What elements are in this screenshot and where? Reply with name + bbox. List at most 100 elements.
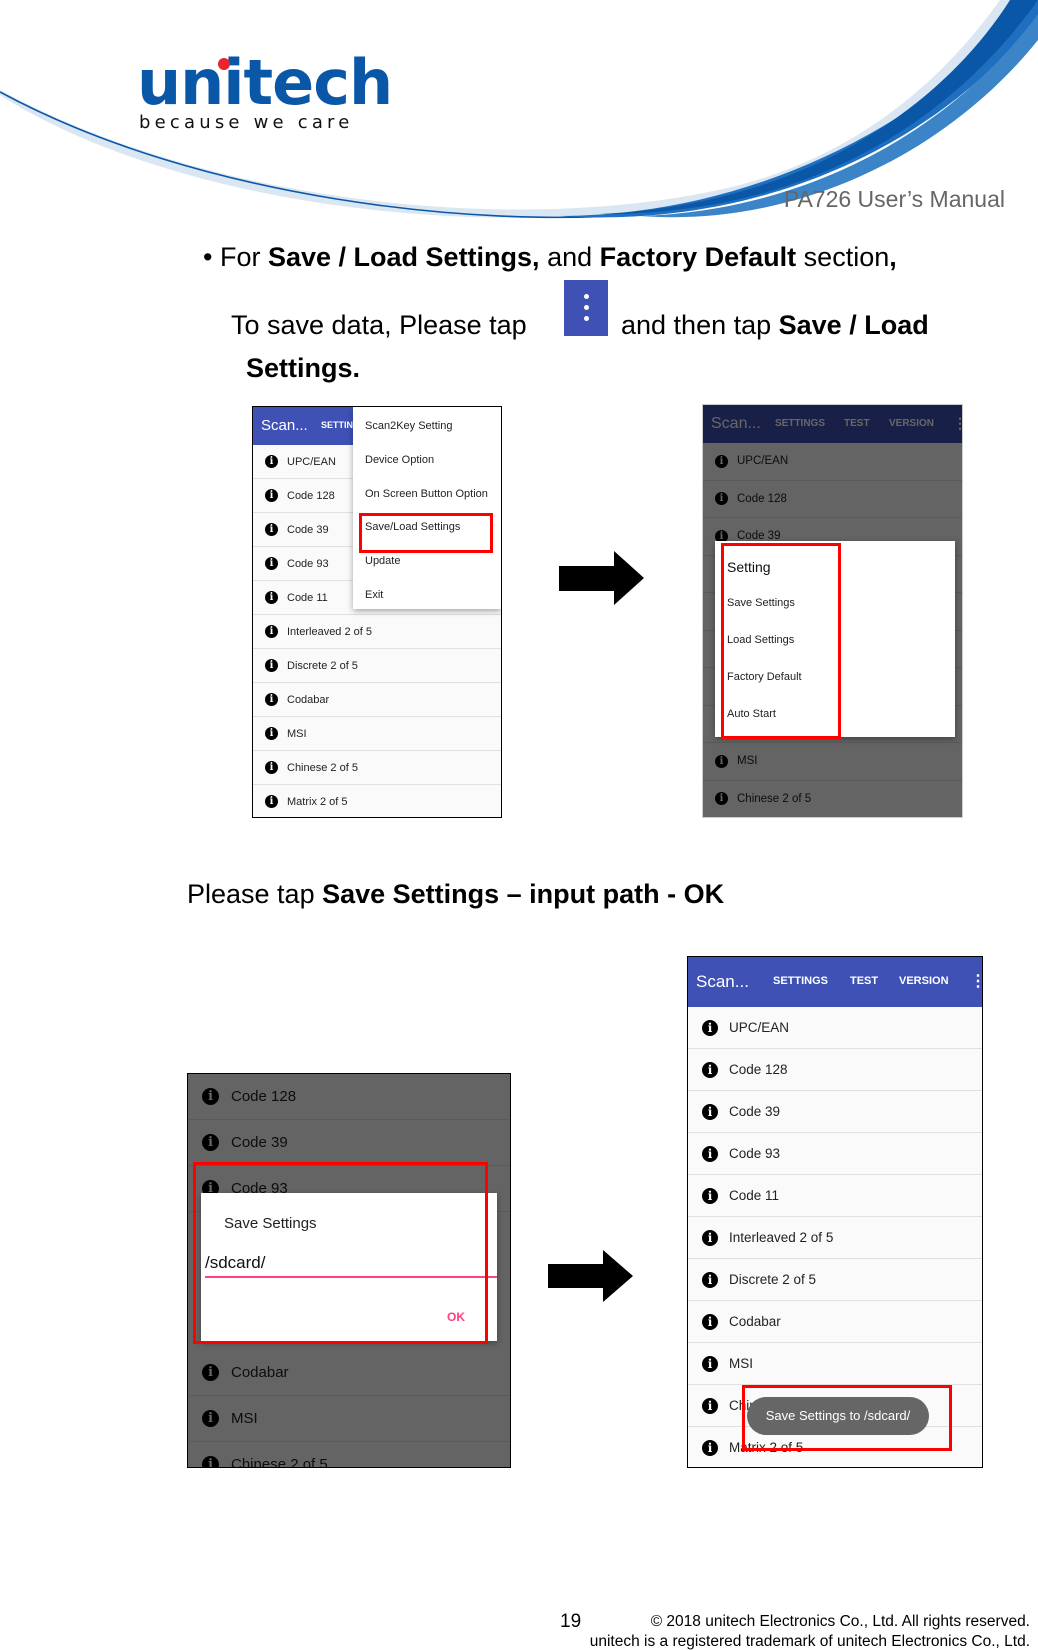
overflow-menu: Scan2Key Setting Device Option On Screen… xyxy=(353,407,501,609)
right-arrow-icon xyxy=(559,551,644,605)
info-icon[interactable]: i xyxy=(265,795,278,808)
info-icon[interactable]: i xyxy=(702,1229,718,1246)
info-icon[interactable]: i xyxy=(265,455,278,468)
info-icon[interactable]: i xyxy=(265,523,278,536)
list-item-label: Code 93 xyxy=(729,1146,781,1161)
list-item-label: Codabar xyxy=(729,1314,781,1329)
info-icon[interactable]: i xyxy=(265,727,278,740)
info-icon[interactable]: i xyxy=(702,1145,718,1162)
tab-settings[interactable]: SETTINGS xyxy=(773,975,828,987)
logo-red-dot xyxy=(218,58,230,70)
text: and xyxy=(539,242,600,272)
list-item[interactable]: i Code 39 xyxy=(688,1091,982,1133)
list-item[interactable]: i Interleaved 2 of 5 xyxy=(688,1217,982,1259)
text: and then tap xyxy=(621,310,779,340)
list-item-label: Interleaved 2 of 5 xyxy=(729,1230,834,1245)
menu-item-device-option[interactable]: Device Option xyxy=(365,454,434,466)
app-title: Scan... xyxy=(696,972,749,991)
list-item[interactable]: i Code 93 xyxy=(688,1133,982,1175)
list-item-label: Code 93 xyxy=(287,557,329,570)
tab-test[interactable]: TEST xyxy=(850,975,878,987)
instruction-line-3: Settings. xyxy=(246,353,361,383)
list-item[interactable]: i Matrix 2 of 5 xyxy=(253,785,501,817)
highlight-box xyxy=(359,513,493,553)
info-icon[interactable]: i xyxy=(702,1103,718,1120)
info-icon[interactable]: i xyxy=(265,557,278,570)
bold-text: Save Settings – input path - OK xyxy=(322,879,725,909)
unitech-logo: unitech xyxy=(137,46,393,119)
list-item-label: Discrete 2 of 5 xyxy=(287,659,358,672)
info-icon[interactable]: i xyxy=(702,1061,718,1078)
list-item-label: MSI xyxy=(729,1356,754,1371)
screenshot-setting-dialog: Scan... SETTINGS TEST VERSION ⋮ iUPC/EAN… xyxy=(702,404,963,818)
list-item-label: Codabar xyxy=(287,693,330,706)
list-item[interactable]: i Discrete 2 of 5 xyxy=(688,1259,982,1301)
list-item[interactable]: i UPC/EAN xyxy=(688,1007,982,1049)
info-icon[interactable]: i xyxy=(265,489,278,502)
info-icon[interactable]: i xyxy=(702,1187,718,1204)
right-arrow-icon xyxy=(548,1250,633,1302)
list-item-label: Chinese 2 of 5 xyxy=(287,761,358,774)
page-number: 19 xyxy=(560,1611,582,1632)
app-bar: Scan... SETTINGS TEST VERSION ⋮ xyxy=(688,957,982,1007)
trademark: unitech is a registered trademark of uni… xyxy=(589,1633,1030,1650)
bold-text: Save / Load xyxy=(778,310,929,340)
list-item-label: Matrix 2 of 5 xyxy=(287,795,348,808)
list-item[interactable]: i Codabar xyxy=(688,1301,982,1343)
bold-text: Factory Default xyxy=(599,242,797,272)
tab-settings[interactable]: SETTIN xyxy=(321,420,353,430)
list-item-label: Code 11 xyxy=(729,1188,780,1203)
list-item-label: UPC/EAN xyxy=(729,1020,790,1035)
info-icon[interactable]: i xyxy=(702,1019,718,1036)
screenshot-overflow-menu: Scan... SETTIN i UPC/EAN i Code 128 i Code 39… xyxy=(252,406,502,818)
menu-item-on-screen-button[interactable]: On Screen Button Option xyxy=(365,488,488,500)
text: For xyxy=(219,242,268,272)
list-item[interactable]: i MSI xyxy=(688,1343,982,1385)
list-item[interactable]: i Discrete 2 of 5 xyxy=(253,649,501,683)
info-icon[interactable]: i xyxy=(702,1439,718,1456)
list-item[interactable]: i Code 128 xyxy=(688,1049,982,1091)
list-item-label: Code 39 xyxy=(729,1104,781,1119)
app-title: Scan... xyxy=(261,417,308,434)
list-item-label: Code 39 xyxy=(287,523,329,536)
overflow-menu-icon[interactable]: ⋮ xyxy=(970,971,982,991)
copyright: © 2018 unitech Electronics Co., Ltd. All… xyxy=(650,1613,1030,1630)
logo-tagline: because we care xyxy=(139,112,354,133)
highlight-box xyxy=(742,1385,952,1451)
list-item-label: UPC/EAN xyxy=(287,455,336,468)
bold-text: , xyxy=(889,242,897,272)
list-item[interactable]: i Chinese 2 of 5 xyxy=(253,751,501,785)
list-item-label: Discrete 2 of 5 xyxy=(729,1272,817,1287)
list-item[interactable]: i Code 11 xyxy=(688,1175,982,1217)
screenshot-save-toast: Scan... SETTINGS TEST VERSION ⋮ i UPC/EAN… xyxy=(687,956,983,1468)
info-icon[interactable]: i xyxy=(265,761,278,774)
list-item-label: Code 128 xyxy=(287,489,335,502)
info-icon[interactable]: i xyxy=(702,1271,718,1288)
menu-item-exit[interactable]: Exit xyxy=(365,589,383,601)
instruction-line-2a: To save data, Please tap xyxy=(231,310,527,340)
info-icon[interactable]: i xyxy=(702,1313,718,1330)
info-icon[interactable]: i xyxy=(265,591,278,604)
info-icon[interactable]: i xyxy=(265,659,278,672)
instruction-line-2b: and then tap Save / Load xyxy=(621,312,929,339)
instruction-line-1: • For Save / Load Settings, and Factory … xyxy=(203,244,897,271)
screenshot-save-dialog: iCode 128iCode 39iCode 93 iCodabariMSIiC… xyxy=(187,1073,511,1468)
bullet: • xyxy=(203,242,213,272)
list-item-label: MSI xyxy=(287,727,307,740)
tab-version[interactable]: VERSION xyxy=(899,975,949,987)
menu-item-scan2key[interactable]: Scan2Key Setting xyxy=(365,420,452,432)
info-icon[interactable]: i xyxy=(702,1397,718,1414)
list-item-label: Interleaved 2 of 5 xyxy=(287,625,373,638)
bold-text: Save / Load Settings, xyxy=(267,242,540,272)
list-item[interactable]: i MSI xyxy=(253,717,501,751)
text: Please tap xyxy=(187,879,323,909)
list-item[interactable]: i Codabar xyxy=(253,683,501,717)
info-icon[interactable]: i xyxy=(265,693,278,706)
menu-item-update[interactable]: Update xyxy=(365,555,400,567)
overflow-menu-icon xyxy=(564,280,608,336)
info-icon[interactable]: i xyxy=(265,625,278,638)
info-icon[interactable]: i xyxy=(702,1355,718,1372)
list-item[interactable]: i Interleaved 2 of 5 xyxy=(253,615,501,649)
highlight-box xyxy=(721,543,841,739)
text: section xyxy=(796,242,890,272)
